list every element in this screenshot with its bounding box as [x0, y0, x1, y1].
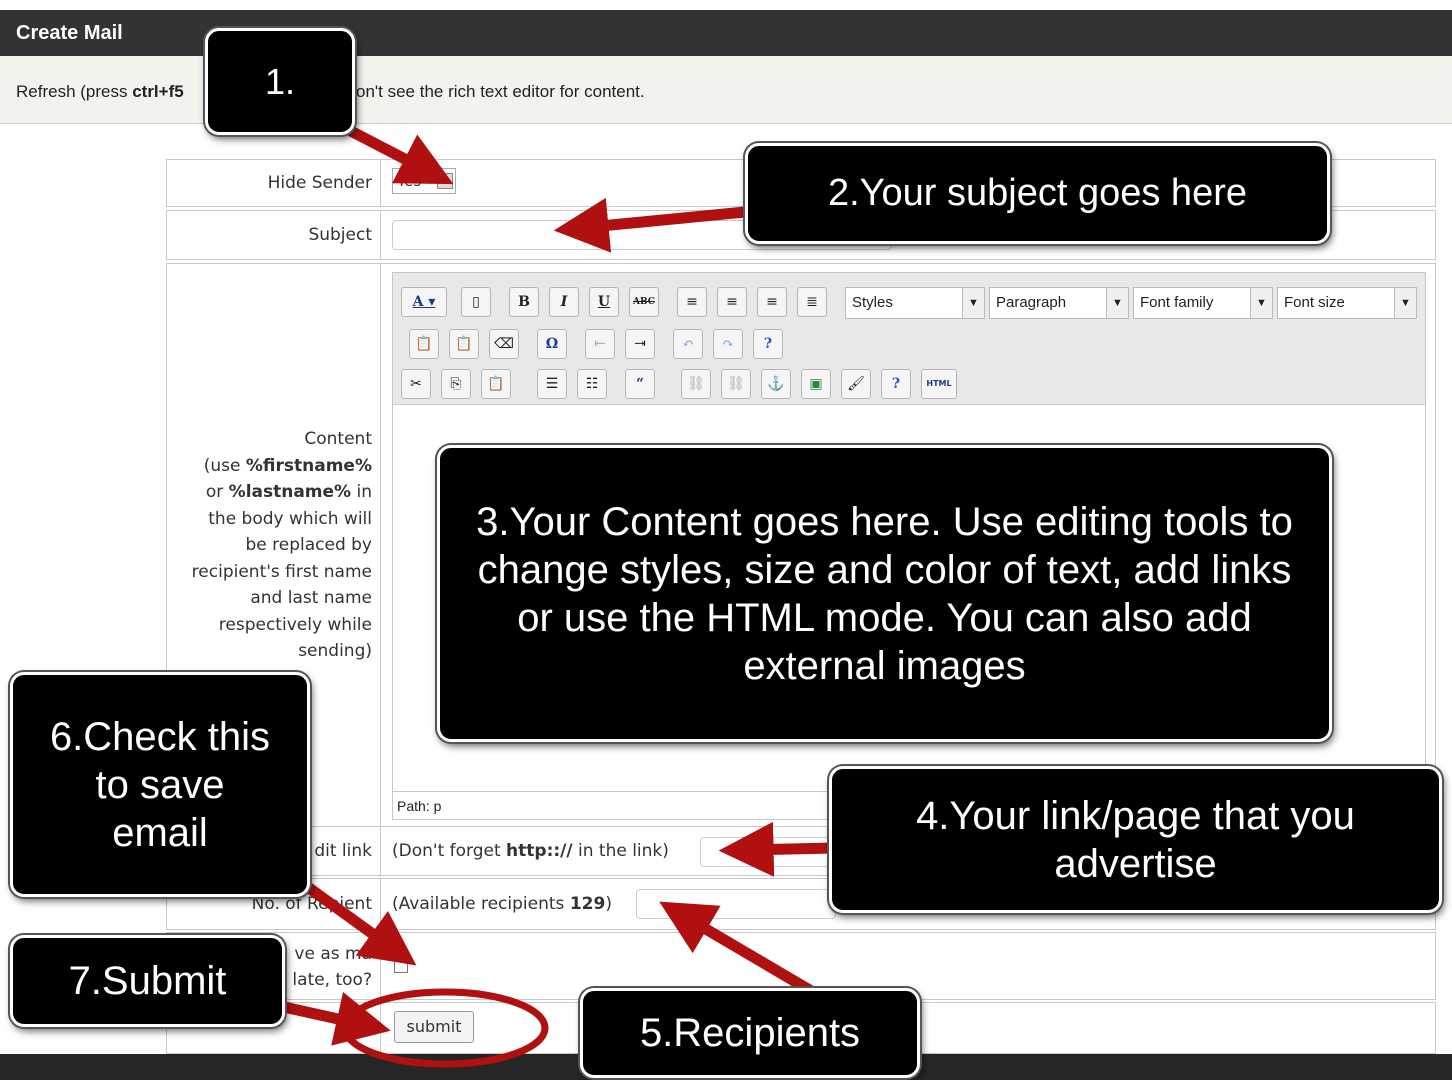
eraser-icon[interactable]: ⌫: [489, 329, 519, 359]
save-template-checkbox[interactable]: [394, 959, 408, 973]
note-text-end: on't see the rich text editor for conten…: [356, 82, 645, 101]
font-color-icon[interactable]: A ▾: [401, 287, 447, 317]
redo-icon[interactable]: ↷: [713, 329, 743, 359]
bold-icon[interactable]: B: [509, 287, 539, 317]
align-center-icon[interactable]: ≡: [717, 287, 747, 317]
paste-word-icon[interactable]: 📋: [449, 329, 479, 359]
new-document-icon[interactable]: ▯: [461, 287, 491, 317]
callout-2: 2.Your subject goes here: [745, 143, 1330, 244]
recipients-input[interactable]: [636, 889, 836, 919]
help-icon[interactable]: ?: [881, 369, 911, 399]
callout-7: 7.Submit: [10, 935, 285, 1027]
callout-1: 1.: [205, 28, 355, 135]
indent-icon[interactable]: ⇥: [625, 329, 655, 359]
link-icon[interactable]: ⛓: [681, 369, 711, 399]
styles-select[interactable]: Styles ▼: [845, 287, 985, 319]
chevron-down-icon: ▼: [1250, 288, 1272, 318]
anchor-icon[interactable]: ⚓: [761, 369, 791, 399]
italic-icon[interactable]: I: [549, 287, 579, 317]
unlink-icon[interactable]: ⛓: [721, 369, 751, 399]
html-source-icon[interactable]: HTML: [921, 369, 957, 399]
bullet-list-icon[interactable]: ☰: [537, 369, 567, 399]
paste-icon[interactable]: 📋: [481, 369, 511, 399]
copy-icon[interactable]: ⎘: [441, 369, 471, 399]
outdent-icon[interactable]: ⇤: [585, 329, 615, 359]
blockquote-icon[interactable]: “: [625, 369, 655, 399]
image-icon[interactable]: ▣: [801, 369, 831, 399]
hide-sender-value: Yes: [397, 172, 422, 190]
align-justify-icon[interactable]: ≣: [797, 287, 827, 317]
chevron-down-icon: ▼: [1106, 288, 1128, 318]
cut-icon[interactable]: ✂: [401, 369, 431, 399]
strikethrough-icon[interactable]: ABC: [629, 287, 659, 317]
submit-button[interactable]: submit: [394, 1011, 474, 1043]
callout-6: 6.Check this to save email: [10, 672, 310, 897]
undo-icon[interactable]: ↶: [673, 329, 703, 359]
font-size-select[interactable]: Font size ▼: [1277, 287, 1417, 319]
help-icon[interactable]: ?: [753, 329, 783, 359]
callout-4: 4.Your link/page that you advertise: [829, 766, 1442, 913]
cleanup-icon[interactable]: 🖌: [841, 369, 871, 399]
hide-sender-label: Hide Sender: [167, 160, 381, 206]
align-right-icon[interactable]: ≡: [757, 287, 787, 317]
callout-5: 5.Recipients: [580, 988, 920, 1078]
align-left-icon[interactable]: ≡: [677, 287, 707, 317]
paragraph-select[interactable]: Paragraph ▼: [989, 287, 1129, 319]
chevron-down-icon: ▼: [437, 173, 453, 189]
numbered-list-icon[interactable]: ☷: [577, 369, 607, 399]
paste-text-icon[interactable]: 📋: [409, 329, 439, 359]
underline-icon[interactable]: U: [589, 287, 619, 317]
hide-sender-select[interactable]: Yes ▼: [392, 168, 456, 194]
note-text-start: Refresh (press ctrl+f5: [16, 82, 184, 101]
chevron-down-icon: ▼: [962, 288, 984, 318]
editor-toolbar: A ▾ ▯ B I U ABC ≡ ≡ ≡ ≣ Styles ▼ Paragrap…: [393, 273, 1425, 405]
special-char-icon[interactable]: Ω: [537, 329, 567, 359]
chevron-down-icon: ▼: [1394, 288, 1416, 318]
subject-label: Subject: [167, 211, 381, 259]
callout-3: 3.Your Content goes here. Use editing to…: [437, 445, 1332, 742]
font-family-select[interactable]: Font family ▼: [1133, 287, 1273, 319]
